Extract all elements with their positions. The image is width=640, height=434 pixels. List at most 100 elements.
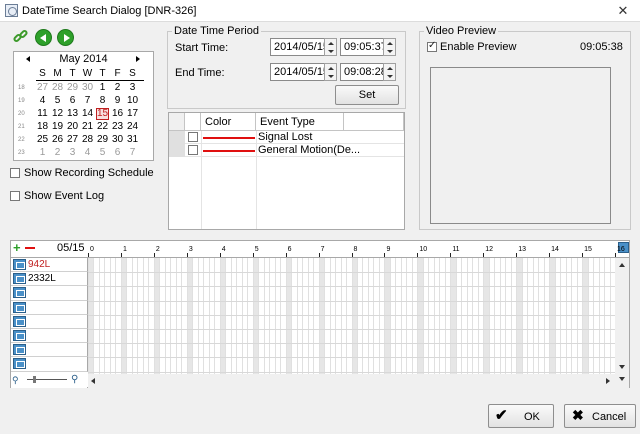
start-time-spinner[interactable]: [383, 38, 396, 56]
table-row[interactable]: General Motion(De...: [185, 144, 404, 157]
set-button[interactable]: Set: [335, 85, 399, 105]
calendar-day[interactable]: 27: [36, 82, 49, 94]
ruler-hour-label: 16: [617, 246, 625, 253]
calendar-day[interactable]: 2: [111, 82, 124, 94]
end-date-spinner[interactable]: [324, 63, 337, 81]
calendar-day[interactable]: 12: [51, 108, 64, 120]
calendar-day[interactable]: 24: [126, 121, 139, 133]
chain-icon[interactable]: [12, 28, 30, 47]
calendar-day[interactable]: 30: [81, 82, 94, 94]
end-time-input[interactable]: 09:08:28: [340, 63, 387, 81]
start-date-spinner[interactable]: [324, 38, 337, 56]
event-checkbox[interactable]: [188, 132, 198, 142]
calendar-day[interactable]: 10: [126, 95, 139, 107]
calendar-week-number: 23: [18, 150, 25, 156]
cross-icon: ✖: [572, 407, 584, 423]
scroll-up-icon[interactable]: [619, 263, 625, 267]
calendar-day[interactable]: 19: [51, 121, 64, 133]
table-corner: [169, 113, 185, 131]
calendar-week-number: 22: [18, 137, 25, 143]
calendar-day[interactable]: 22: [96, 121, 109, 133]
table-row[interactable]: Signal Lost: [185, 131, 404, 144]
calendar-day[interactable]: 5: [96, 147, 109, 159]
calendar-day[interactable]: 4: [81, 147, 94, 159]
timeline-grid[interactable]: [88, 258, 615, 374]
zoom-in-icon[interactable]: +: [13, 241, 21, 254]
calendar-day[interactable]: 6: [111, 147, 124, 159]
calendar-day[interactable]: 7: [81, 95, 94, 107]
channel-row[interactable]: [11, 357, 88, 372]
end-date-input[interactable]: 2014/05/15: [270, 63, 329, 81]
calendar-day[interactable]: 31: [126, 134, 139, 146]
calendar-day[interactable]: 1: [36, 147, 49, 159]
cancel-button[interactable]: ✖ Cancel: [564, 404, 636, 428]
calendar-day[interactable]: 15: [96, 108, 109, 120]
arrow-right-icon[interactable]: [57, 29, 74, 46]
preview-time: 09:05:38: [580, 41, 623, 53]
start-date-input[interactable]: 2014/05/15: [270, 38, 329, 56]
calendar-day[interactable]: 2: [51, 147, 64, 159]
scroll-down-icon[interactable]: [619, 365, 625, 369]
ruler-hour-label: 1: [122, 246, 127, 253]
channel-row[interactable]: [11, 329, 88, 344]
channel-row[interactable]: [11, 343, 88, 358]
app-icon: [5, 4, 18, 17]
calendar-day[interactable]: 20: [66, 121, 79, 133]
calendar-day[interactable]: 5: [51, 95, 64, 107]
calendar-day[interactable]: 23: [111, 121, 124, 133]
check-icon: ✔: [495, 407, 508, 424]
arrow-left-icon[interactable]: [35, 29, 52, 46]
channel-row[interactable]: [11, 286, 88, 301]
zoom-large-icon[interactable]: ⚲: [71, 374, 78, 385]
calendar-day[interactable]: 30: [111, 134, 124, 146]
zoom-slider-thumb[interactable]: [33, 376, 36, 383]
start-time-input[interactable]: 09:05:37: [340, 38, 387, 56]
next-month-icon[interactable]: [136, 56, 140, 62]
scroll-right-icon[interactable]: [606, 378, 610, 384]
calendar-day[interactable]: 4: [36, 95, 49, 107]
ok-button[interactable]: ✔ OK: [488, 404, 554, 428]
enable-preview-checkbox[interactable]: [427, 40, 437, 52]
calendar-day[interactable]: 3: [66, 147, 79, 159]
calendar-day[interactable]: 25: [36, 134, 49, 146]
ruler-tick: [153, 253, 155, 257]
show-recording-schedule-checkbox[interactable]: [10, 168, 20, 178]
camera-icon: [13, 273, 26, 285]
channel-row[interactable]: [11, 300, 88, 315]
zoom-out-icon[interactable]: [25, 247, 35, 249]
calendar-day[interactable]: 9: [111, 95, 124, 107]
scroll-down-icon[interactable]: [619, 377, 625, 381]
vertical-scrollbar[interactable]: [615, 258, 629, 388]
horizontal-scrollbar[interactable]: [88, 374, 615, 388]
calendar-day[interactable]: 21: [81, 121, 94, 133]
zoom-small-icon[interactable]: ⚲: [12, 375, 19, 386]
calendar-day[interactable]: 29: [96, 134, 109, 146]
ruler-hour-label: 8: [353, 246, 358, 253]
calendar-day[interactable]: 3: [126, 82, 139, 94]
calendar-day[interactable]: 26: [51, 134, 64, 146]
calendar-day[interactable]: 14: [81, 108, 94, 120]
calendar-day[interactable]: 18: [36, 121, 49, 133]
scroll-left-icon[interactable]: [91, 378, 95, 384]
calendar-day[interactable]: 17: [126, 108, 139, 120]
channel-row[interactable]: 942L: [11, 258, 88, 273]
close-button[interactable]: ✕: [612, 2, 634, 19]
calendar-day[interactable]: 27: [66, 134, 79, 146]
calendar-day[interactable]: 28: [51, 82, 64, 94]
calendar-day[interactable]: 8: [96, 95, 109, 107]
channel-row[interactable]: [11, 314, 88, 329]
end-time-spinner[interactable]: [383, 63, 396, 81]
channel-row[interactable]: 2332L: [11, 272, 88, 287]
show-event-log-checkbox[interactable]: [10, 191, 20, 201]
calendar-day[interactable]: 7: [126, 147, 139, 159]
ruler-hour-label: 7: [320, 246, 325, 253]
calendar-day[interactable]: 11: [36, 108, 49, 120]
calendar-day[interactable]: 29: [66, 82, 79, 94]
event-checkbox[interactable]: [188, 145, 198, 155]
calendar-day[interactable]: 6: [66, 95, 79, 107]
calendar-day[interactable]: 1: [96, 82, 109, 94]
calendar-day[interactable]: 13: [66, 108, 79, 120]
calendar-day[interactable]: 16: [111, 108, 124, 120]
ruler-hour-label: 10: [419, 246, 428, 253]
calendar-day[interactable]: 28: [81, 134, 94, 146]
